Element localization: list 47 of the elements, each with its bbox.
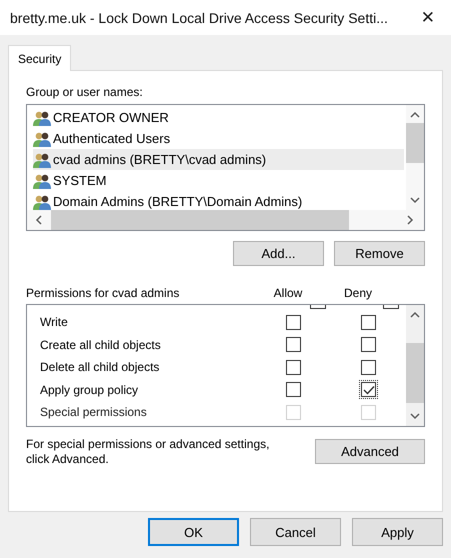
advanced-button[interactable]: Advanced (315, 439, 425, 464)
deny-checkbox[interactable] (359, 335, 378, 354)
users-icon (33, 194, 51, 210)
column-header: Allow (272, 286, 304, 300)
permission-name: Apply group policy (40, 382, 140, 397)
dialog-button[interactable]: Remove (334, 241, 425, 266)
deny-checkbox[interactable] (359, 380, 378, 400)
deny-checkbox[interactable] (359, 312, 378, 332)
user-list-item[interactable]: SYSTEM (33, 170, 404, 191)
vertical-scrollbar[interactable] (406, 305, 424, 426)
user-list-item[interactable]: Authenticated Users (33, 128, 404, 149)
checkmark-icon (362, 384, 374, 395)
allow-checkbox[interactable] (286, 382, 301, 398)
dialog-button[interactable]: Add... (233, 241, 324, 266)
dialog-button[interactable]: Cancel (250, 518, 341, 546)
deny-checkbox[interactable] (359, 358, 378, 377)
window-title: bretty.me.uk - Lock Down Local Drive Access Security Setti... (10, 10, 388, 26)
permission-name: Create all child objects (40, 338, 162, 352)
users-icon (33, 110, 51, 126)
allow-checkbox[interactable] (286, 337, 301, 352)
advanced-note: For special permissions or advanced settings, click Advanced. (26, 437, 270, 467)
chevron-left-icon[interactable] (35, 215, 43, 225)
user-list-item[interactable]: cvad admins (BRETTY\cvad admins) (33, 149, 404, 170)
close-button[interactable]: ✕ (414, 8, 441, 28)
chevron-down-icon[interactable] (410, 412, 420, 420)
vertical-scrollbar[interactable] (406, 105, 424, 210)
chevron-right-icon[interactable] (406, 215, 414, 225)
user-list-item[interactable]: Domain Admins (BRETTY\Domain Admins) (33, 191, 404, 210)
section-label: Permissions for cvad admins (26, 286, 180, 300)
permission-name: Delete all child objects (40, 360, 160, 374)
tab[interactable]: Security (8, 45, 72, 71)
chevron-down-icon[interactable] (410, 196, 420, 204)
column-header: Deny (342, 286, 373, 300)
dialog-button[interactable]: Apply (352, 518, 443, 546)
allow-checkbox[interactable] (286, 360, 301, 375)
chevron-up-icon[interactable] (410, 111, 420, 119)
dialog-button[interactable]: OK (148, 518, 239, 546)
chevron-up-icon[interactable] (410, 311, 420, 319)
users-icon (33, 172, 51, 188)
horizontal-scrollbar[interactable] (27, 210, 424, 230)
permission-name: Special permissions (40, 405, 148, 420)
permission-name: Write (40, 315, 69, 330)
allow-checkbox[interactable] (286, 314, 301, 330)
users-icon (33, 152, 51, 168)
user-list-item[interactable]: CREATOR OWNER (33, 107, 404, 128)
section-label: Group or user names: (26, 85, 144, 99)
users-icon (33, 130, 51, 146)
